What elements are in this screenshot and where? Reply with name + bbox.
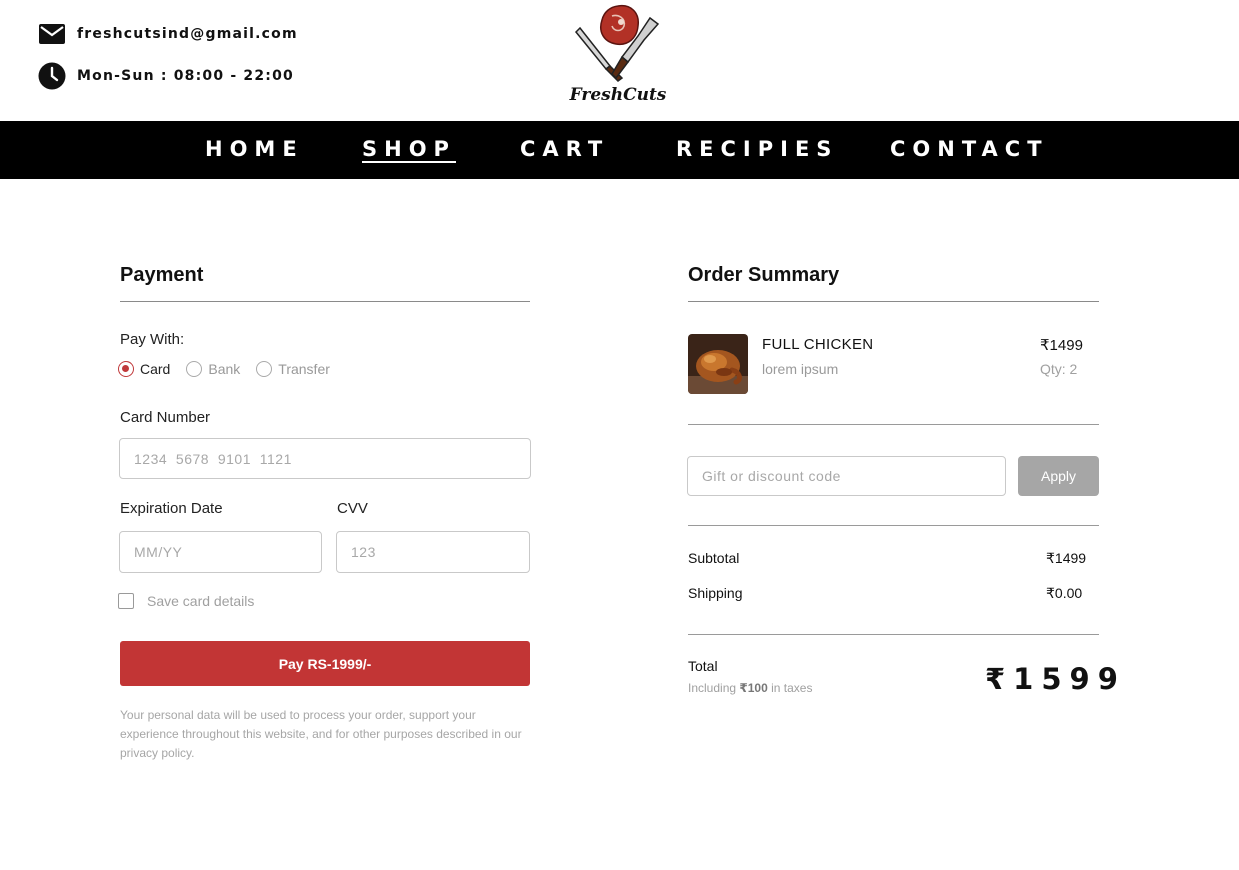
radio-dot[interactable] — [118, 361, 134, 377]
tax-amount: ₹100 — [739, 681, 768, 695]
payment-divider — [120, 301, 530, 302]
nav-shop[interactable]: SHOP — [362, 137, 456, 163]
expiration-input[interactable] — [119, 531, 322, 573]
discount-code-input[interactable] — [687, 456, 1006, 496]
discount-divider — [688, 525, 1099, 526]
email-contact: freshcutsind@gmail.com — [38, 20, 298, 48]
mail-icon — [38, 20, 66, 48]
item-divider — [688, 424, 1099, 425]
method-bank-radio[interactable]: Bank — [186, 361, 240, 377]
brand-logo[interactable]: FreshCuts — [566, 2, 670, 106]
top-header: freshcutsind@gmail.com Mon-Sun : 08:00 -… — [0, 0, 1239, 121]
item-name: FULL CHICKEN — [762, 336, 874, 353]
method-transfer-radio[interactable]: Transfer — [256, 361, 330, 377]
method-transfer-label: Transfer — [278, 361, 330, 377]
card-number-input[interactable] — [119, 438, 531, 479]
totals-divider — [688, 634, 1099, 635]
shipping-value: ₹0.00 — [1046, 585, 1083, 601]
privacy-notice: Your personal data will be used to proce… — [120, 708, 522, 760]
save-card-checkbox[interactable] — [118, 593, 134, 609]
summary-divider — [688, 301, 1099, 302]
nav-home[interactable]: HOME — [205, 137, 304, 161]
save-card-label: Save card details — [147, 593, 255, 609]
nav-contact[interactable]: CONTACT — [890, 137, 1049, 161]
shipping-label: Shipping — [688, 585, 743, 601]
hours-text: Mon-Sun : 08:00 - 22:00 — [77, 68, 294, 84]
pay-with-label: Pay With: — [120, 331, 185, 348]
method-bank-label: Bank — [208, 361, 241, 377]
method-card-label: Card — [140, 361, 171, 377]
method-card-radio[interactable]: Card — [118, 361, 170, 377]
total-label: Total — [688, 658, 718, 674]
clock-icon — [38, 62, 66, 90]
tax-note-prefix: Including — [688, 681, 737, 695]
cvv-input[interactable] — [336, 531, 530, 573]
apply-button[interactable]: Apply — [1018, 456, 1099, 496]
summary-title: Order Summary — [688, 264, 840, 286]
nav-recipes[interactable]: RECIPIES — [676, 137, 838, 161]
payment-title: Payment — [120, 264, 204, 286]
expiration-label: Expiration Date — [120, 500, 223, 517]
tax-note-suffix: in taxes — [771, 681, 813, 695]
item-description: lorem ipsum — [762, 361, 839, 377]
main-nav: HOME SHOP CART RECIPIES CONTACT — [0, 121, 1239, 179]
radio-dot[interactable] — [256, 361, 273, 377]
opening-hours: Mon-Sun : 08:00 - 22:00 — [38, 62, 294, 90]
tax-note: Including ₹100 in taxes — [688, 681, 812, 695]
subtotal-label: Subtotal — [688, 550, 740, 566]
card-number-label: Card Number — [120, 409, 211, 426]
save-card-option[interactable]: Save card details — [118, 593, 254, 609]
item-quantity: Qty: 2 — [1040, 361, 1078, 377]
logo-text: FreshCuts — [569, 85, 667, 105]
cvv-label: CVV — [337, 500, 368, 517]
total-value: ₹1599 — [985, 662, 1126, 696]
item-price: ₹1499 — [1040, 337, 1083, 354]
payment-method-group: Card Bank Transfer — [118, 361, 346, 377]
meat-cleaver-logo-icon — [574, 4, 660, 82]
product-thumbnail — [688, 334, 748, 394]
pay-button[interactable]: Pay RS-1999/- — [120, 641, 530, 686]
roast-chicken-image — [688, 334, 748, 394]
nav-cart[interactable]: CART — [520, 137, 609, 161]
subtotal-value: ₹1499 — [1046, 550, 1087, 566]
email-text[interactable]: freshcutsind@gmail.com — [77, 26, 298, 42]
radio-dot[interactable] — [186, 361, 203, 377]
